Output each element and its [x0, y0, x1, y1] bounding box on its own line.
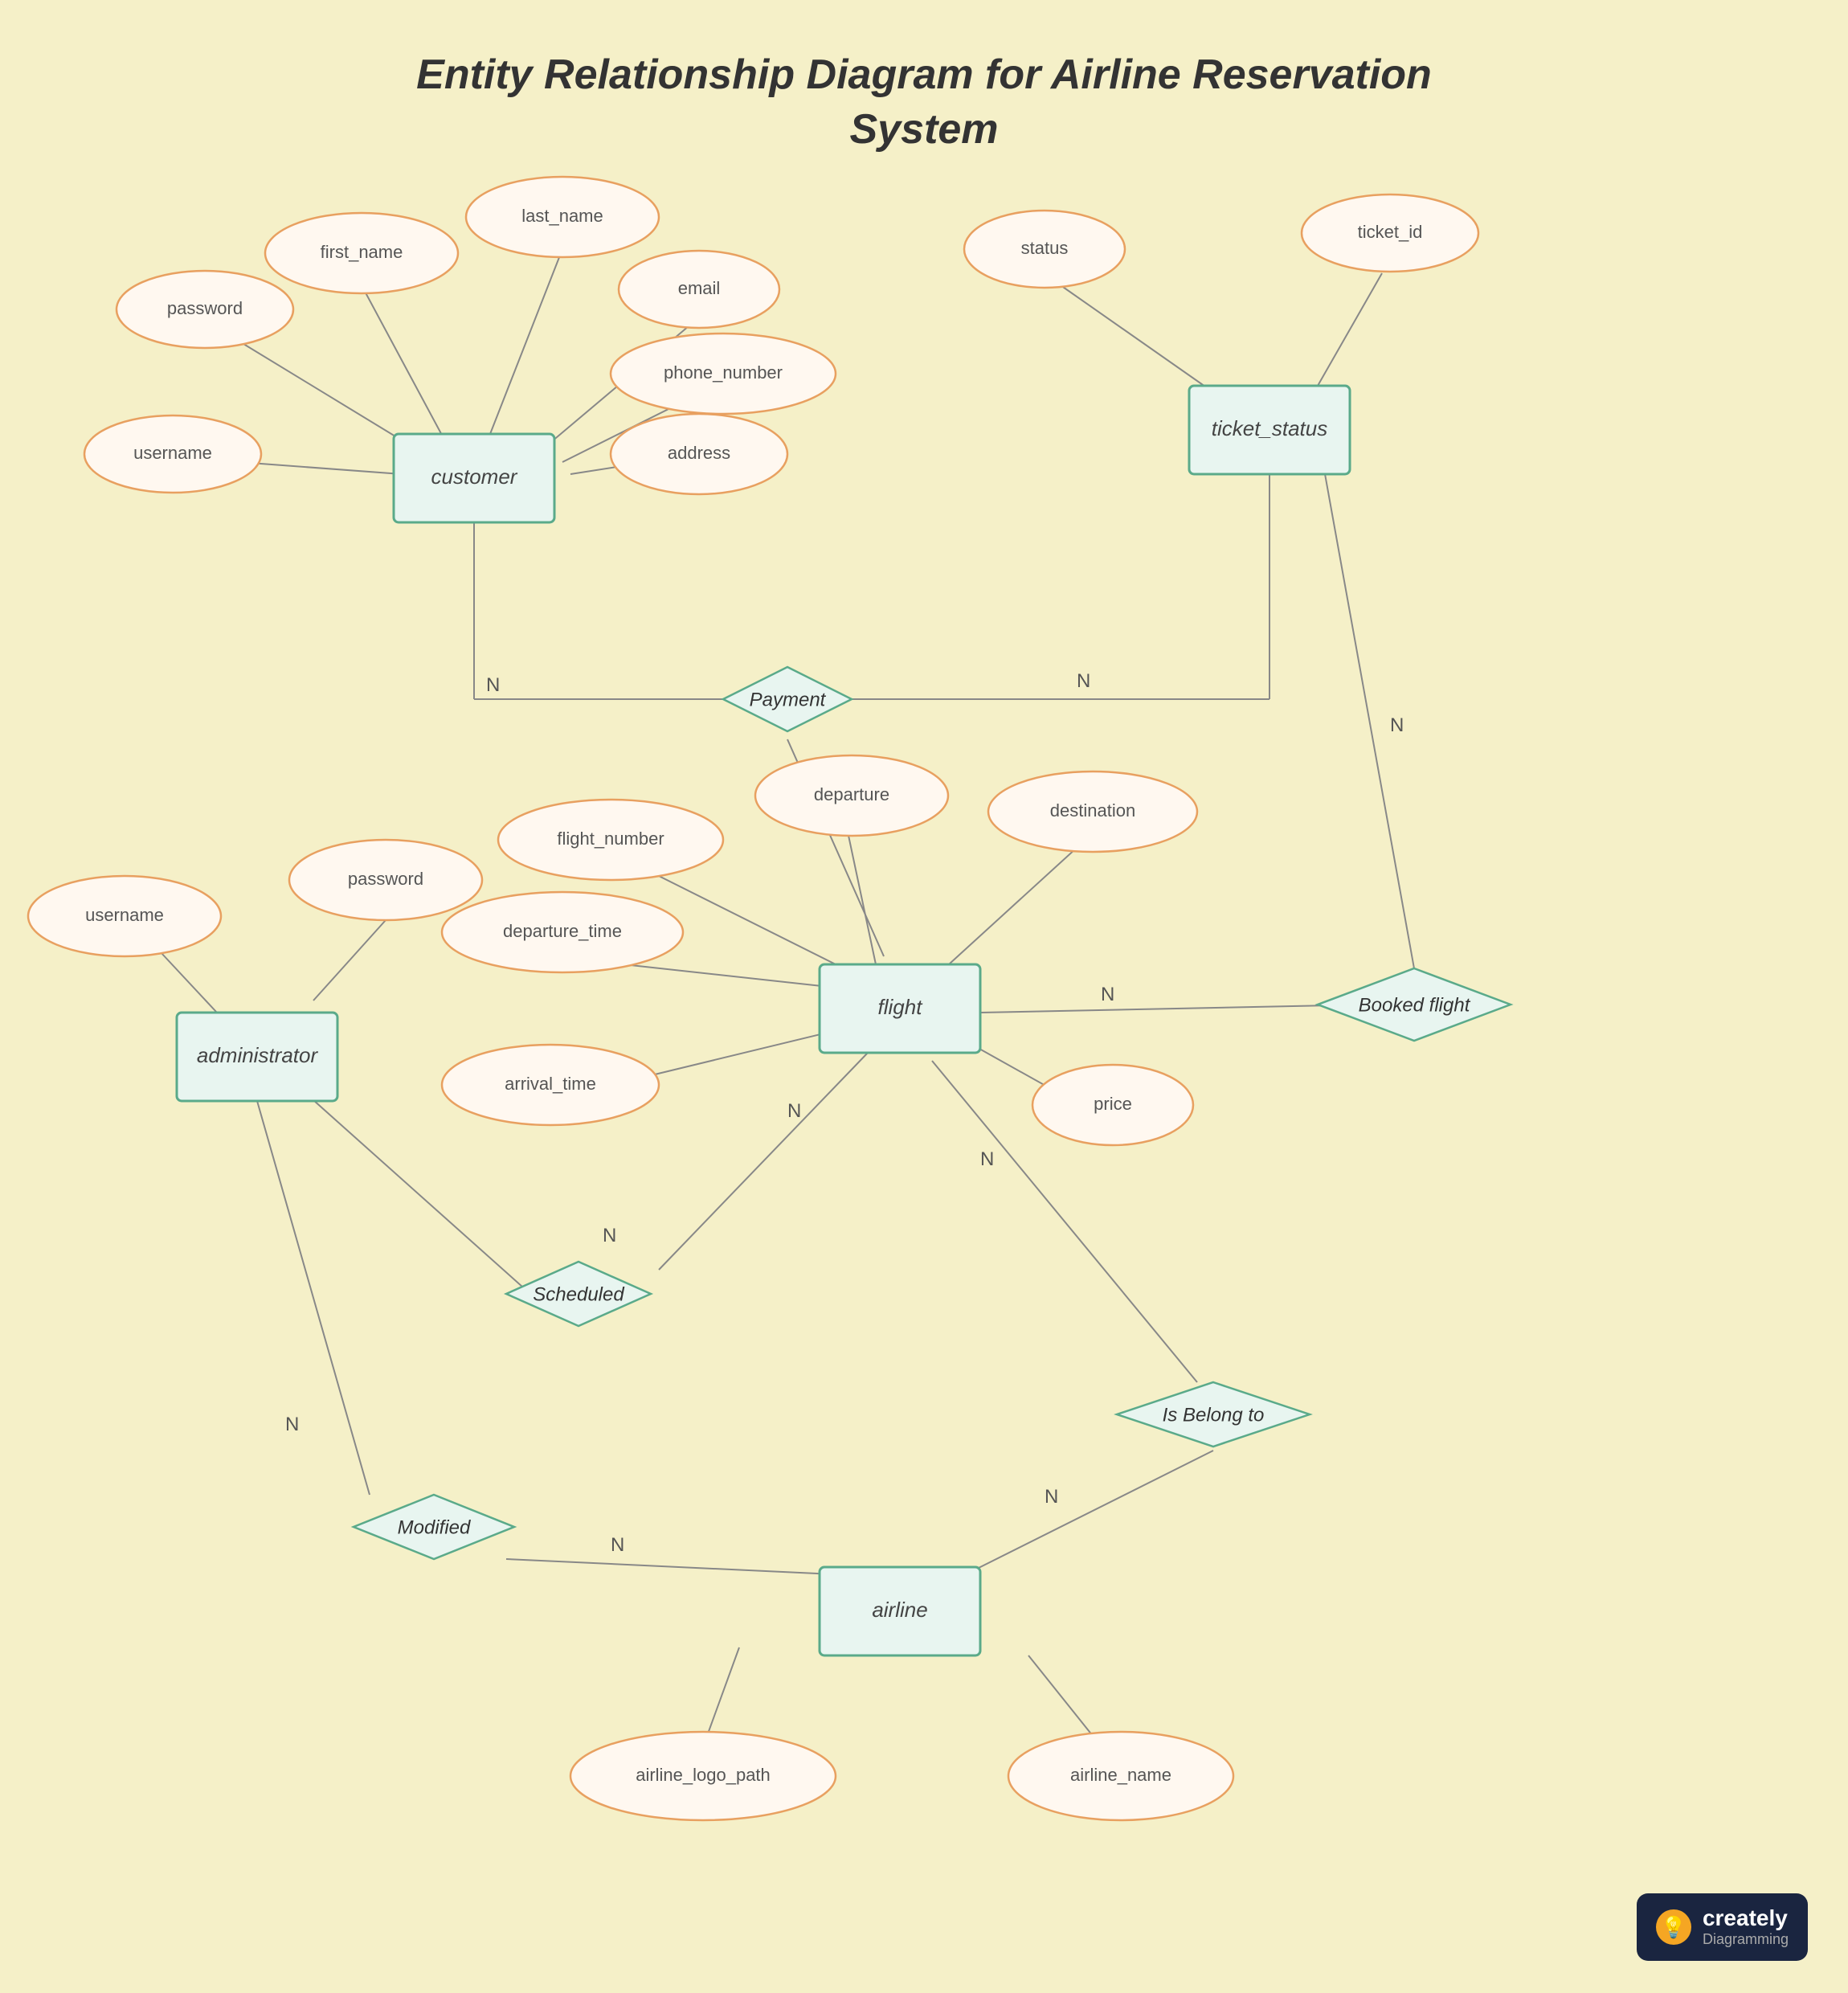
attr-phone-number: phone_number: [664, 362, 783, 383]
svg-text:N: N: [285, 1414, 299, 1435]
svg-text:N: N: [1390, 714, 1404, 736]
logo-brand: creately: [1703, 1906, 1789, 1931]
attr-airline-logo-path: airline_logo_path: [636, 1765, 771, 1785]
entity-flight: flight: [878, 995, 924, 1019]
entity-airline: airline: [872, 1598, 927, 1622]
svg-text:N: N: [980, 1148, 994, 1170]
rel-booked-flight: Booked flight: [1359, 994, 1471, 1016]
rel-payment: Payment: [750, 689, 827, 710]
svg-text:N: N: [1045, 1486, 1058, 1508]
rel-modified: Modified: [398, 1516, 471, 1538]
rel-scheduled: Scheduled: [533, 1283, 624, 1305]
attr-departure-time: departure_time: [503, 921, 622, 941]
er-diagram: N N N N N N N N N N: [0, 0, 1848, 1993]
svg-text:N: N: [486, 674, 500, 696]
logo-sub: Diagramming: [1703, 1931, 1789, 1948]
attr-password-admin: password: [348, 869, 423, 889]
attr-destination: destination: [1050, 800, 1135, 821]
entity-administrator: administrator: [197, 1043, 319, 1067]
svg-text:N: N: [1101, 984, 1114, 1005]
attr-airline-name: airline_name: [1070, 1765, 1171, 1785]
creately-logo: 💡 creately Diagramming: [1637, 1893, 1808, 1961]
entity-customer: customer: [431, 464, 518, 489]
logo-bulb-icon: 💡: [1656, 1909, 1691, 1945]
attr-flight-number: flight_number: [557, 829, 664, 849]
attr-address: address: [668, 443, 730, 463]
attr-email: email: [678, 278, 721, 298]
attr-departure: departure: [814, 784, 889, 804]
attr-first-name: first_name: [321, 242, 403, 262]
attr-status: status: [1021, 238, 1069, 258]
entity-ticket-status: ticket_status: [1212, 416, 1328, 440]
attr-password-customer: password: [167, 298, 243, 318]
attr-username-admin: username: [85, 905, 164, 925]
attr-ticket-id: ticket_id: [1358, 222, 1423, 242]
svg-text:N: N: [787, 1100, 801, 1122]
rel-is-belong-to: Is Belong to: [1163, 1404, 1265, 1426]
attr-username-customer: username: [133, 443, 212, 463]
attr-price: price: [1094, 1094, 1132, 1114]
svg-text:N: N: [611, 1534, 624, 1556]
attr-last-name: last_name: [521, 206, 603, 226]
attr-arrival-time: arrival_time: [505, 1074, 596, 1094]
svg-text:N: N: [1077, 670, 1090, 692]
svg-text:N: N: [603, 1225, 616, 1246]
